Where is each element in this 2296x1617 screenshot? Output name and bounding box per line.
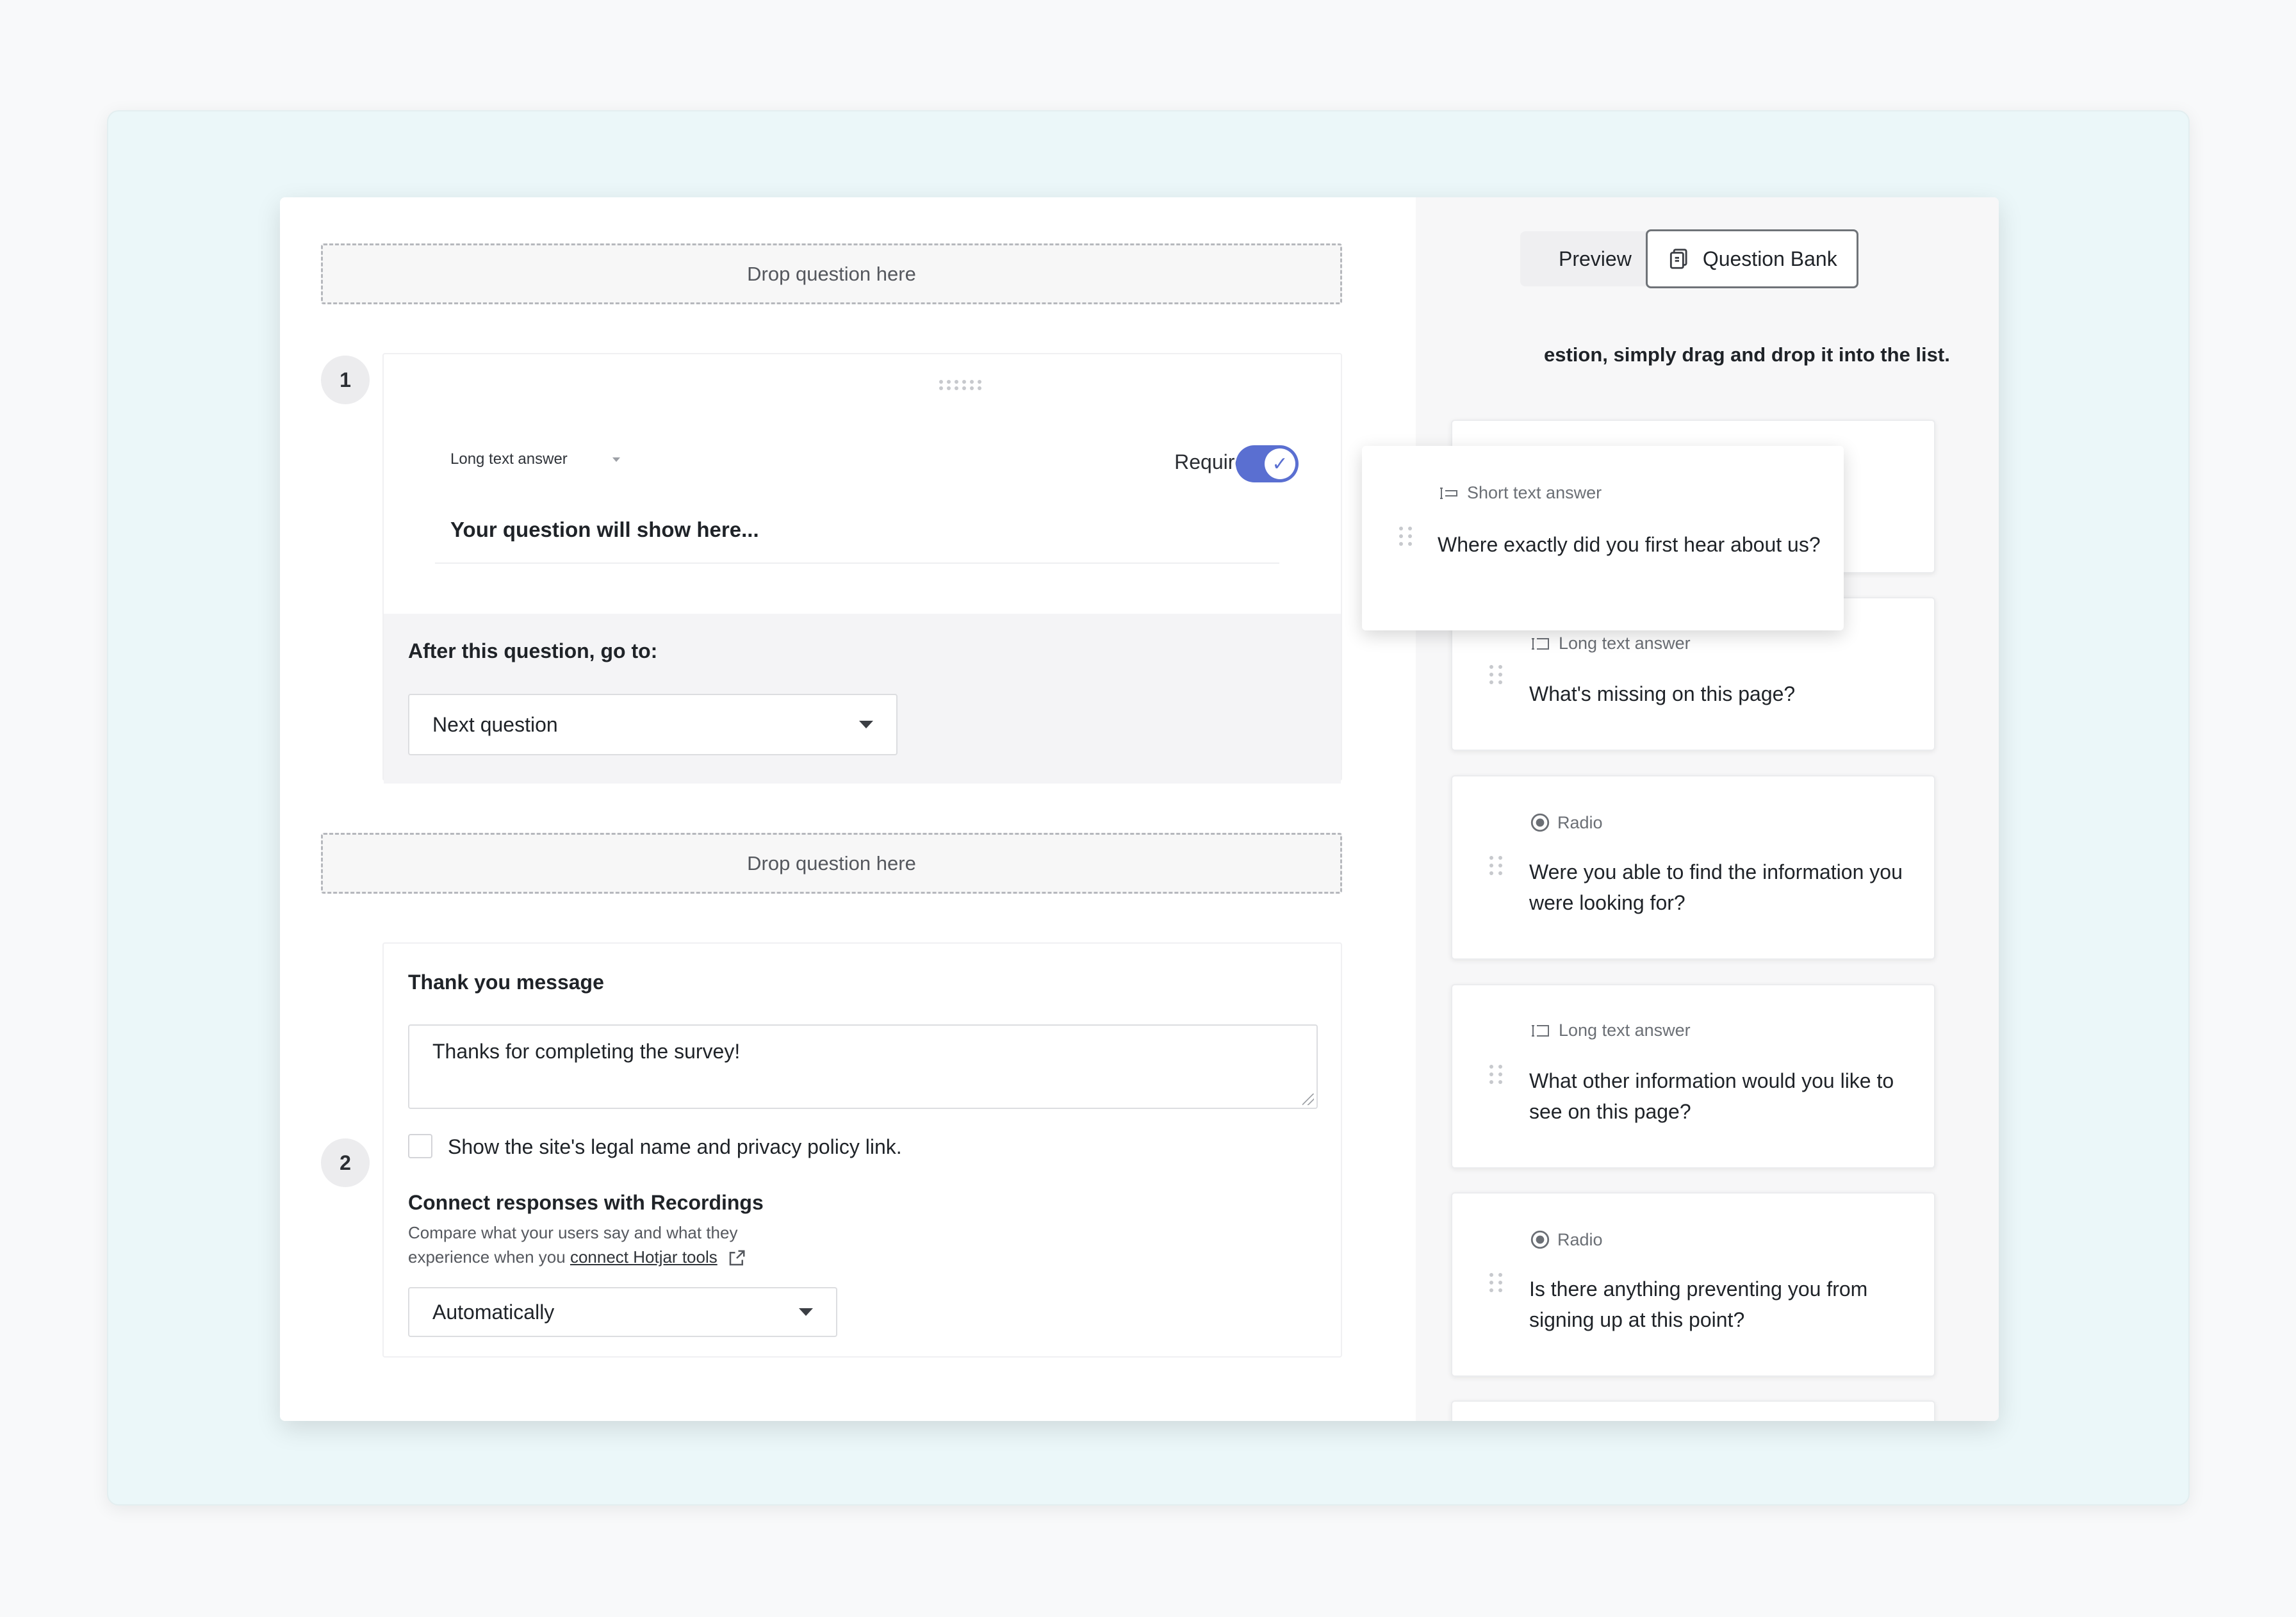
tab-question-bank[interactable]: Question Bank — [1645, 229, 1858, 288]
sidebar-tabs: Preview Question Bank — [1520, 229, 1858, 288]
question-card-1[interactable]: Long text answer Required ✓ Your questio… — [382, 353, 1342, 784]
recordings-title: Connect responses with Recordings — [408, 1191, 764, 1214]
radio-icon — [1530, 1230, 1550, 1249]
bank-question-text: What other information would you like to… — [1529, 1069, 1894, 1123]
drag-handle-icon[interactable] — [1489, 1065, 1503, 1084]
question-type: Radio — [1529, 812, 1603, 833]
drop-zone-middle[interactable]: Drop question here — [321, 833, 1342, 894]
logic-label: After this question, go to: — [408, 639, 658, 662]
question-type: Radio — [1529, 1229, 1603, 1251]
question-bank-icon — [1669, 249, 1687, 269]
survey-builder: Drop question here 1 Long text answer Re… — [280, 197, 1416, 1421]
bank-question-card[interactable]: Radio Is there anything preventing you f… — [1451, 1192, 1935, 1377]
thank-you-title: Thank you message — [408, 971, 604, 994]
bank-question-text: Is there anything preventing you from si… — [1529, 1277, 1868, 1331]
title-underline — [435, 562, 1279, 564]
question-number-badge: 1 — [321, 356, 370, 404]
legal-checkbox[interactable] — [408, 1134, 432, 1158]
connect-hotjar-link[interactable]: connect Hotjar tools — [570, 1247, 718, 1267]
question-card-2: Thank you message Thanks for completing … — [382, 942, 1342, 1358]
dragging-question-card[interactable]: Short text answer Where exactly did you … — [1362, 446, 1844, 630]
thank-you-message-value: Thanks for completing the survey! — [432, 1040, 741, 1063]
question-title[interactable]: Your question will show here... — [450, 518, 759, 542]
chevron-down-icon — [859, 721, 873, 728]
dragging-question-text: Where exactly did you first hear about u… — [1438, 533, 1821, 556]
check-icon: ✓ — [1265, 448, 1295, 479]
bank-question-text: Were you able to find the information yo… — [1529, 860, 1903, 914]
bank-question-text: What's missing on this page? — [1529, 682, 1796, 705]
bank-question-card-partial[interactable] — [1451, 1400, 1935, 1421]
question-type-label: Long text answer — [1559, 634, 1691, 653]
bank-question-card[interactable]: Radio Were you able to find the informat… — [1451, 775, 1935, 960]
recordings-select[interactable]: Automatically — [408, 1287, 837, 1337]
tab-preview[interactable]: Preview — [1520, 231, 1651, 286]
thank-you-message-input[interactable]: Thanks for completing the survey! — [408, 1024, 1318, 1109]
question-logic-section: After this question, go to: Next questio… — [384, 614, 1341, 784]
question-type-label: Long text answer — [1559, 1021, 1691, 1040]
bank-question-card[interactable]: Long text answer What other information … — [1451, 984, 1935, 1169]
radio-icon — [1530, 813, 1550, 832]
long-text-icon — [1532, 637, 1549, 650]
logic-select-value: Next question — [432, 712, 558, 736]
external-link-icon[interactable] — [727, 1249, 746, 1268]
chevron-down-icon — [799, 1308, 813, 1316]
question-type-label: Short text answer — [1467, 483, 1602, 502]
question-type-label: Long text answer — [450, 450, 568, 468]
required-toggle[interactable]: ✓ — [1236, 445, 1299, 482]
question-type: Short text answer — [1438, 483, 1602, 503]
drag-handle-icon[interactable] — [1489, 1273, 1503, 1292]
question-type-label: Radio — [1557, 812, 1603, 832]
logic-select[interactable]: Next question — [408, 694, 898, 755]
drop-zone-label: Drop question here — [747, 262, 916, 285]
recordings-description: Compare what your users say and what the… — [408, 1220, 818, 1269]
question-bank-instruction: estion, simply drag and drop it into the… — [1544, 343, 1950, 366]
question-type-label: Radio — [1557, 1229, 1603, 1249]
tab-question-bank-label: Question Bank — [1702, 247, 1837, 270]
question-type: Long text answer — [1529, 634, 1691, 653]
question-number-badge: 2 — [321, 1138, 370, 1187]
short-text-icon — [1440, 487, 1457, 499]
legal-checkbox-label: Show the site's legal name and privacy p… — [448, 1135, 902, 1158]
drag-handle-icon[interactable] — [1489, 856, 1503, 875]
chevron-down-icon — [612, 457, 620, 462]
survey-builder-panel: Drop question here 1 Long text answer Re… — [280, 197, 1999, 1421]
drop-zone-top[interactable]: Drop question here — [321, 243, 1342, 304]
question-type-select[interactable]: Long text answer — [450, 450, 620, 468]
question-bank-sidebar: Preview Question Bank estion, simply dra… — [1416, 197, 1999, 1421]
drag-handle-icon[interactable] — [1489, 665, 1503, 684]
long-text-icon — [1532, 1024, 1549, 1037]
tab-preview-label: Preview — [1559, 247, 1632, 270]
drag-handle-icon[interactable] — [1399, 527, 1413, 546]
question-type: Long text answer — [1529, 1021, 1691, 1040]
resize-handle-icon[interactable] — [1302, 1094, 1314, 1105]
drag-handle-icon[interactable] — [939, 380, 981, 390]
drop-zone-label: Drop question here — [747, 851, 916, 874]
recordings-select-value: Automatically — [432, 1300, 555, 1324]
